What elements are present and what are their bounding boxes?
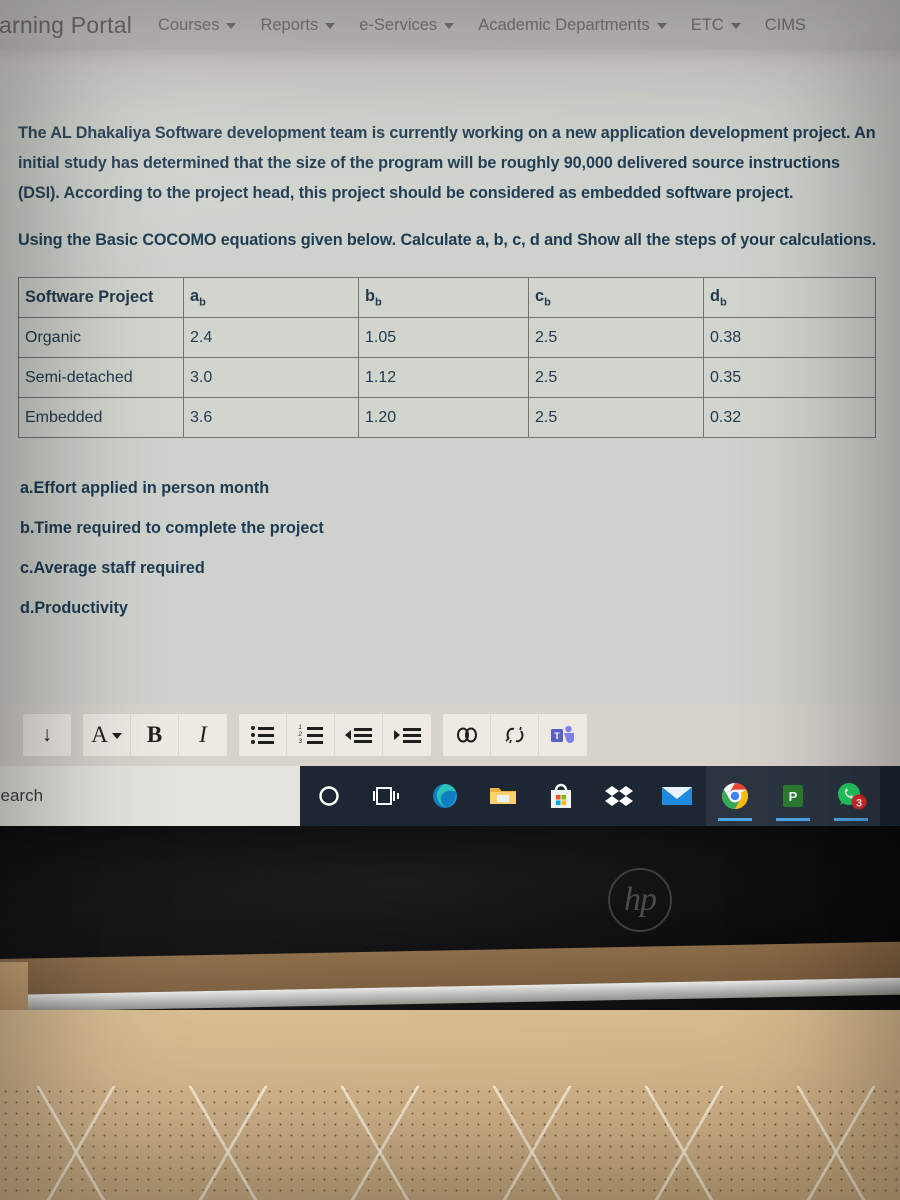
microsoft-edge-icon[interactable]	[416, 766, 474, 826]
toolbar-group-lists: 1 2 3	[238, 713, 432, 757]
cell-a: 2.4	[183, 317, 359, 358]
search-input[interactable]: search	[0, 766, 292, 826]
nav-item-label: e-Services	[359, 15, 438, 34]
microsoft-teams-icon: T	[551, 725, 574, 743]
cortana-icon[interactable]	[300, 766, 358, 826]
insert-link-icon	[456, 727, 477, 743]
table-row: Organic 2.4 1.05 2.5 0.38	[18, 317, 876, 358]
increase-indent-icon[interactable]	[383, 713, 431, 757]
nav-item-reports[interactable]: Reports	[260, 15, 336, 35]
acoustic-wall-panel	[0, 1010, 900, 1200]
more-options-icon[interactable]: ↓	[23, 713, 71, 757]
sub-question-a: a.Effort applied in person month	[20, 479, 270, 497]
whatsapp-icon[interactable]: 3	[822, 766, 880, 826]
dropbox-icon[interactable]	[590, 766, 648, 826]
chevron-down-icon	[226, 23, 237, 29]
nav-item-label: Academic Departments	[478, 15, 650, 34]
cocomo-coefficients-table: Software Project ab bb cb db Organic 2.4…	[18, 277, 876, 438]
bold-icon[interactable]: B	[131, 713, 179, 757]
cell-project-type: Embedded	[18, 397, 184, 438]
nav-item-etc[interactable]: ETC	[691, 16, 741, 35]
table-row: Embedded 3.6 1.20 2.5 0.32	[18, 397, 876, 438]
whatsapp-badge-count: 3	[856, 798, 862, 810]
svg-text:P: P	[789, 789, 798, 804]
nav-item-cims[interactable]: CIMS	[765, 16, 806, 35]
mail-icon[interactable]	[648, 766, 706, 826]
col-c-b: cb	[528, 277, 704, 318]
nav-item-courses[interactable]: Courses	[158, 15, 237, 35]
nav-item-label: Reports	[260, 15, 319, 34]
microsoft-store-icon[interactable]	[532, 766, 590, 826]
col-software-project: Software Project	[18, 277, 184, 318]
cell-a: 3.6	[183, 397, 359, 438]
sub-questions-list: a.Effort applied in person month b.Time …	[20, 468, 882, 628]
laptop-screen: earning Portal Courses Reports e-Service…	[0, 0, 900, 826]
cell-b: 1.12	[358, 357, 529, 398]
cell-c: 2.5	[528, 397, 704, 438]
rich-text-editor-toolbar: ↓ A B I 1 2 3 T	[0, 704, 900, 766]
powerpoint-icon[interactable]: P	[764, 766, 822, 826]
cell-project-type: Semi-detached	[18, 357, 184, 398]
file-explorer-icon[interactable]	[474, 766, 532, 826]
font-color-icon[interactable]: A	[83, 713, 131, 757]
taskbar-icon-tray: P 3	[300, 766, 900, 826]
chevron-down-icon	[325, 23, 336, 29]
remove-link-icon	[504, 726, 523, 744]
sub-question-d: d.Productivity	[20, 599, 128, 617]
toolbar-group-link: T	[442, 713, 588, 757]
windows-taskbar: search	[0, 766, 900, 826]
portal-brand[interactable]: earning Portal	[0, 12, 132, 39]
chevron-down-icon	[730, 23, 741, 29]
bullet-list-icon[interactable]	[239, 713, 287, 757]
cell-c: 2.5	[528, 317, 704, 358]
nav-item-label: Courses	[158, 15, 220, 34]
nav-item-e-services[interactable]: e-Services	[359, 15, 455, 35]
nav-item-label: ETC	[690, 15, 724, 34]
cell-a: 3.0	[183, 357, 359, 398]
numbered-list-icon[interactable]: 1 2 3	[287, 713, 335, 757]
toolbar-group-format: A B I	[82, 713, 228, 757]
cell-c: 2.5	[528, 357, 704, 398]
cell-b: 1.05	[358, 317, 529, 358]
google-chrome-icon[interactable]	[706, 766, 764, 826]
decrease-indent-icon[interactable]	[335, 713, 383, 757]
col-d-b: db	[703, 277, 876, 318]
col-b-b: bb	[358, 277, 529, 318]
question-text: The AL Dhakaliya Software development te…	[18, 118, 882, 255]
chevron-down-icon	[444, 23, 455, 29]
chevron-down-icon	[656, 23, 667, 29]
italic-icon[interactable]: I	[179, 713, 227, 757]
page-header-strip	[0, 50, 900, 92]
hp-logo: hp	[608, 868, 672, 932]
nav-item-academic-departments[interactable]: Academic Departments	[478, 16, 667, 35]
task-view-icon[interactable]	[358, 766, 416, 826]
remove-link-icon[interactable]	[491, 713, 539, 757]
question-content-panel: The AL Dhakaliya Software development te…	[0, 92, 900, 704]
insert-link-icon[interactable]	[443, 713, 491, 757]
cell-d: 0.32	[703, 397, 876, 438]
sub-question-c: c.Average staff required	[20, 559, 205, 577]
microsoft-teams-icon[interactable]: T	[539, 713, 587, 757]
toolbar-group-more: ↓	[22, 713, 72, 757]
col-a-b: ab	[183, 277, 359, 318]
svg-text:T: T	[554, 731, 560, 741]
cell-project-type: Organic	[18, 317, 184, 358]
app-navbar: earning Portal Courses Reports e-Service…	[0, 0, 900, 50]
cell-d: 0.38	[703, 317, 876, 358]
cell-b: 1.20	[358, 397, 529, 438]
question-paragraph-1: The AL Dhakaliya Software development te…	[18, 124, 876, 202]
table-header-row: Software Project ab bb cb db	[18, 277, 876, 318]
nav-item-label: CIMS	[764, 15, 806, 34]
cell-d: 0.35	[703, 357, 876, 398]
table-row: Semi-detached 3.0 1.12 2.5 0.35	[18, 357, 876, 398]
triangle-pattern	[0, 1086, 900, 1200]
question-paragraph-2: Using the Basic COCOMO equations given b…	[18, 231, 877, 249]
sub-question-b: b.Time required to complete the project	[20, 519, 324, 537]
